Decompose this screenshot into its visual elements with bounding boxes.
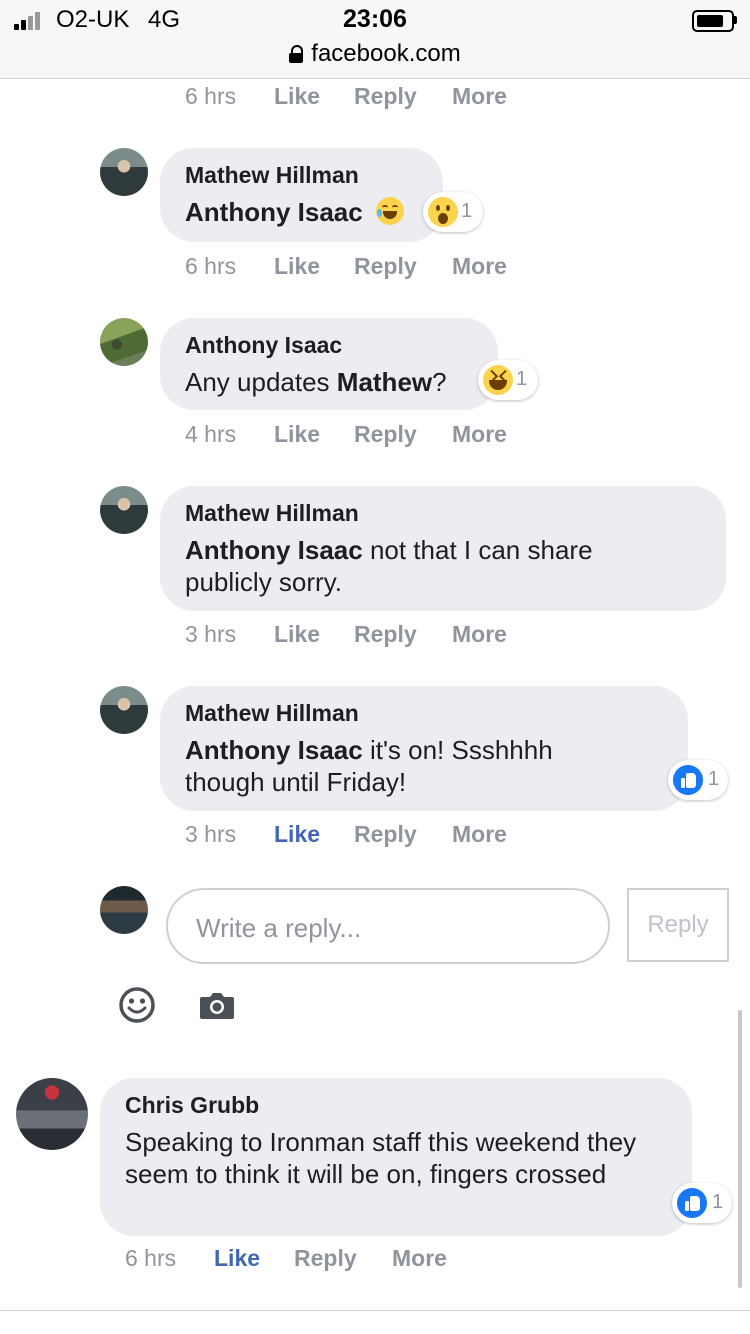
like-link[interactable]: Like <box>274 421 320 448</box>
avatar[interactable] <box>100 686 148 734</box>
more-link[interactable]: More <box>452 421 507 448</box>
comment-author[interactable]: Mathew Hillman <box>185 500 359 527</box>
more-link[interactable]: More <box>452 253 507 280</box>
mention-link[interactable]: Anthony Isaac <box>185 197 363 227</box>
reaction-count: 1 <box>708 768 720 790</box>
comment-text: Anthony Isaac not that I can share publi… <box>185 534 665 598</box>
comment-actions: 6 hrs Like Reply More <box>185 83 585 113</box>
status-bar: O2-UK 4G 23:06 facebook.com <box>0 0 750 79</box>
avatar[interactable] <box>100 148 148 196</box>
comment-author[interactable]: Mathew Hillman <box>185 162 359 189</box>
like-link[interactable]: Like <box>274 83 320 110</box>
scrollbar[interactable] <box>738 1010 742 1288</box>
comment-actions: 3 hrs Like Reply More <box>185 621 585 651</box>
laughing-emoji-icon <box>483 365 513 395</box>
current-user-avatar <box>100 886 148 934</box>
reply-link[interactable]: Reply <box>354 421 417 448</box>
emoji-picker-icon[interactable] <box>118 986 156 1024</box>
comment-text: Anthony Isaac it's on! Ssshhhh though un… <box>185 734 635 798</box>
more-link[interactable]: More <box>452 621 507 648</box>
like-icon <box>673 765 703 795</box>
reply-link[interactable]: Reply <box>354 83 417 110</box>
reaction-badge[interactable]: 1 <box>668 760 728 800</box>
avatar[interactable] <box>16 1078 88 1150</box>
comment-bubble: Mathew Hillman Anthony Isaac not that I … <box>160 486 726 611</box>
mention-link[interactable]: Mathew <box>337 367 432 397</box>
comment-time: 4 hrs <box>185 421 237 447</box>
comment-bubble: Mathew Hillman Anthony Isaac <box>160 148 443 242</box>
reply-link[interactable]: Reply <box>354 621 417 648</box>
comment-text: Anthony Isaac <box>185 196 404 228</box>
divider <box>0 1310 750 1311</box>
more-link[interactable]: More <box>452 83 507 110</box>
reply-field[interactable] <box>166 888 610 964</box>
reaction-badge[interactable]: 1 <box>478 360 538 400</box>
url-text: facebook.com <box>311 40 461 67</box>
comment-bubble: Anthony Isaac Any updates Mathew? <box>160 318 498 410</box>
mention-link[interactable]: Anthony Isaac <box>185 735 363 765</box>
like-link[interactable]: Like <box>214 1245 260 1272</box>
reply-submit-button[interactable]: Reply <box>627 888 729 962</box>
more-link[interactable]: More <box>392 1245 447 1272</box>
reply-link[interactable]: Reply <box>354 253 417 280</box>
comment-author[interactable]: Chris Grubb <box>125 1092 259 1119</box>
comment-author[interactable]: Mathew Hillman <box>185 700 359 727</box>
comment-author[interactable]: Anthony Isaac <box>185 332 342 359</box>
clock: 23:06 <box>343 5 407 33</box>
comment-time: 3 hrs <box>185 621 237 647</box>
comment-bubble: Mathew Hillman Anthony Isaac it's on! Ss… <box>160 686 688 811</box>
comment-actions: 6 hrs Like Reply More <box>125 1245 525 1275</box>
comment-time: 6 hrs <box>185 83 237 109</box>
wow-emoji-icon <box>428 197 458 227</box>
avatar[interactable] <box>100 318 148 366</box>
reply-link[interactable]: Reply <box>354 821 417 848</box>
battery-icon <box>692 10 734 32</box>
comment-time: 6 hrs <box>125 1245 177 1271</box>
comment-bubble: Chris Grubb Speaking to Ironman staff th… <box>100 1078 692 1236</box>
comment-text-part: Any updates <box>185 367 337 397</box>
reply-input[interactable] <box>194 908 588 948</box>
more-link[interactable]: More <box>452 821 507 848</box>
like-link[interactable]: Like <box>274 621 320 648</box>
lock-icon <box>289 45 304 63</box>
reaction-badge[interactable]: 1 <box>672 1183 732 1223</box>
comment-actions: 6 hrs Like Reply More <box>185 253 585 283</box>
reaction-count: 1 <box>461 200 473 222</box>
mention-link[interactable]: Anthony Isaac <box>185 535 363 565</box>
address-bar[interactable]: facebook.com <box>0 40 750 68</box>
reply-link[interactable]: Reply <box>294 1245 357 1272</box>
reaction-count: 1 <box>712 1191 724 1213</box>
reaction-count: 1 <box>516 368 528 390</box>
comment-text: Any updates Mathew? <box>185 366 447 398</box>
comment-actions: 3 hrs Like Reply More <box>185 821 585 851</box>
comment-actions: 4 hrs Like Reply More <box>185 421 585 451</box>
comment-text: Speaking to Ironman staff this weekend t… <box>125 1127 637 1189</box>
camera-icon[interactable] <box>198 988 236 1022</box>
like-link[interactable]: Like <box>274 253 320 280</box>
like-link[interactable]: Like <box>274 821 320 848</box>
avatar[interactable] <box>100 486 148 534</box>
comment-time: 6 hrs <box>185 253 237 279</box>
reaction-badge[interactable]: 1 <box>423 192 483 232</box>
like-icon <box>677 1188 707 1218</box>
comment-text-part: ? <box>432 367 447 397</box>
comment-time: 3 hrs <box>185 821 237 847</box>
laughing-emoji-icon <box>375 197 404 225</box>
